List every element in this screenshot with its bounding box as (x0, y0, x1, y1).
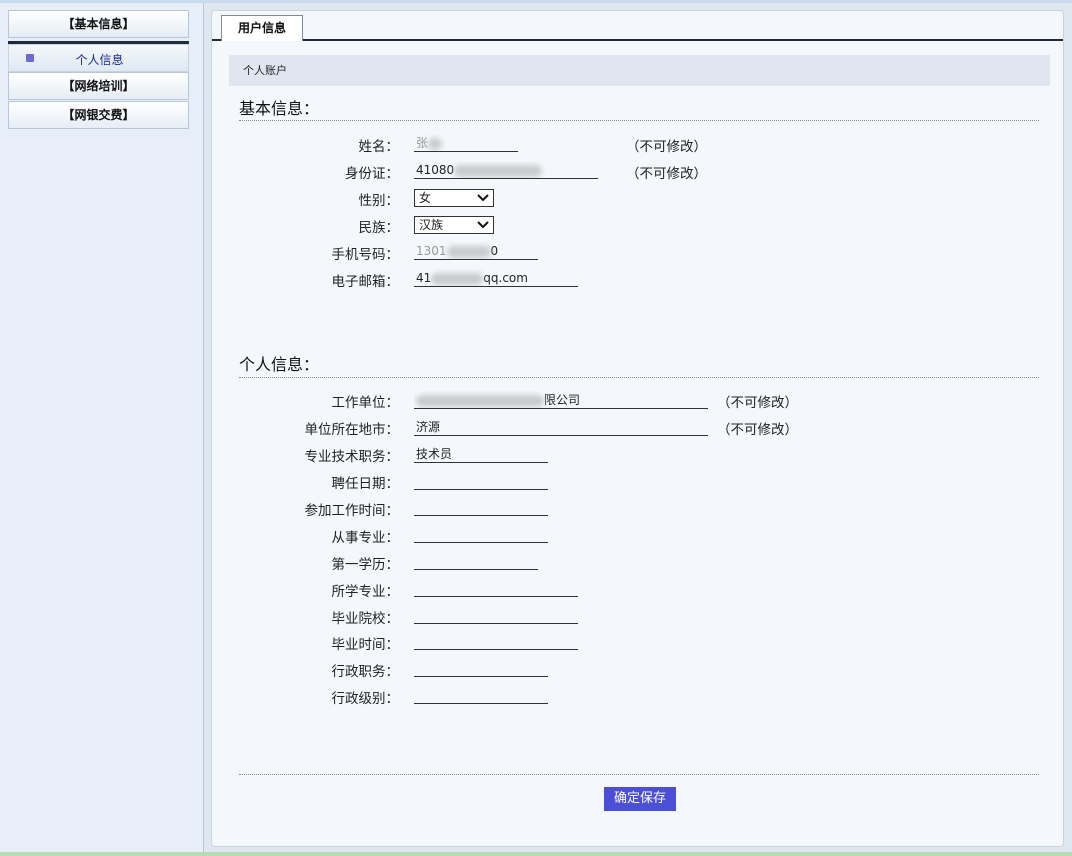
appoint-date-field[interactable] (414, 472, 548, 490)
employer-field[interactable]: 限公司 (414, 391, 708, 409)
name-value: 张 (416, 136, 429, 150)
divider (239, 774, 1039, 775)
ethnicity-label: 民族： (358, 220, 400, 236)
id-label: 身份证： (345, 166, 399, 182)
name-label: 姓名： (358, 139, 400, 155)
work-start-field[interactable] (414, 498, 548, 516)
sidebar-item-label: 个人信息 (75, 53, 124, 67)
major-studied-label: 所学专业： (331, 584, 400, 600)
major-studied-field[interactable] (414, 579, 578, 597)
bottom-border (0, 852, 1072, 856)
major-engaged-label: 从事专业： (331, 530, 400, 546)
personal-info-title: 个人信息： (239, 355, 320, 374)
name-readonly-note: （不可修改） (626, 139, 707, 155)
main-panel: 用户信息 个人账户 基本信息： 姓名： 张 （不可修改） 身份证： 41080 … (211, 10, 1064, 847)
tab-user-info[interactable]: 用户信息 (221, 15, 303, 41)
id-readonly-note: （不可修改） (626, 166, 707, 182)
redacted-blur (428, 137, 443, 150)
phone-field[interactable]: 1301 0 (414, 242, 538, 260)
appoint-date-label: 聘任日期： (331, 476, 400, 492)
id-value: 41080 (416, 163, 455, 177)
sidebar-header-online-payment[interactable]: 【网银交费】 (8, 101, 189, 129)
phone-value-tail: 0 (490, 244, 499, 258)
employer-label: 工作单位： (331, 395, 400, 411)
id-field[interactable]: 41080 (414, 161, 598, 179)
ethnicity-value: 汉族 (419, 218, 444, 232)
gender-select[interactable]: 女 (414, 189, 494, 207)
grad-time-field[interactable] (414, 632, 578, 650)
city-label: 单位所在地市： (304, 422, 400, 438)
first-degree-field[interactable] (414, 552, 538, 570)
chevron-down-icon (477, 221, 489, 229)
basic-info-title: 基本信息： (239, 99, 320, 118)
sidebar-header-basic-info[interactable]: 【基本信息】 (8, 10, 189, 38)
title-post-label: 专业技术职务： (304, 449, 400, 465)
school-field[interactable] (414, 606, 578, 624)
city-field[interactable]: 济源 (414, 418, 708, 436)
redacted-blur (416, 394, 544, 407)
email-field[interactable]: 41 qq.com (414, 269, 578, 287)
divider (239, 120, 1039, 121)
email-value-tail: qq.com (483, 271, 528, 285)
save-button[interactable]: 确定保存 (604, 787, 676, 811)
title-post-field[interactable]: 技术员 (414, 445, 548, 463)
sidebar: 【基本信息】 个人信息 【网络培训】 【网银交费】 (0, 3, 204, 852)
redacted-blur (454, 164, 543, 177)
chevron-down-icon (477, 194, 489, 202)
sidebar-item-personal-info[interactable]: 个人信息 (8, 44, 189, 72)
redacted-blur (431, 272, 484, 285)
admin-post-label: 行政职务： (331, 664, 400, 680)
admin-post-field[interactable] (414, 659, 548, 677)
city-readonly-note: （不可修改） (717, 422, 798, 438)
school-label: 毕业院校： (331, 611, 400, 627)
major-engaged-field[interactable] (414, 525, 548, 543)
gender-value: 女 (419, 191, 432, 205)
admin-level-field[interactable] (414, 686, 548, 704)
section-header: 个人账户 (229, 55, 1050, 86)
ethnicity-select[interactable]: 汉族 (414, 216, 494, 234)
grad-time-label: 毕业时间： (331, 637, 400, 653)
first-degree-label: 第一学历： (331, 557, 400, 573)
redacted-blur (446, 245, 491, 258)
work-start-label: 参加工作时间： (304, 503, 400, 519)
divider (239, 377, 1039, 378)
tab-strip: 用户信息 (212, 11, 1063, 41)
gender-label: 性别： (358, 193, 400, 209)
employer-value: 限公司 (544, 393, 581, 407)
sidebar-header-online-training[interactable]: 【网络培训】 (8, 72, 189, 100)
email-value: 41 (416, 271, 432, 285)
email-label: 电子邮箱： (331, 274, 400, 290)
phone-value: 1301 (416, 244, 447, 258)
employer-readonly-note: （不可修改） (717, 395, 798, 411)
phone-label: 手机号码： (331, 247, 400, 263)
name-field[interactable]: 张 (414, 134, 518, 152)
admin-level-label: 行政级别： (331, 691, 400, 707)
